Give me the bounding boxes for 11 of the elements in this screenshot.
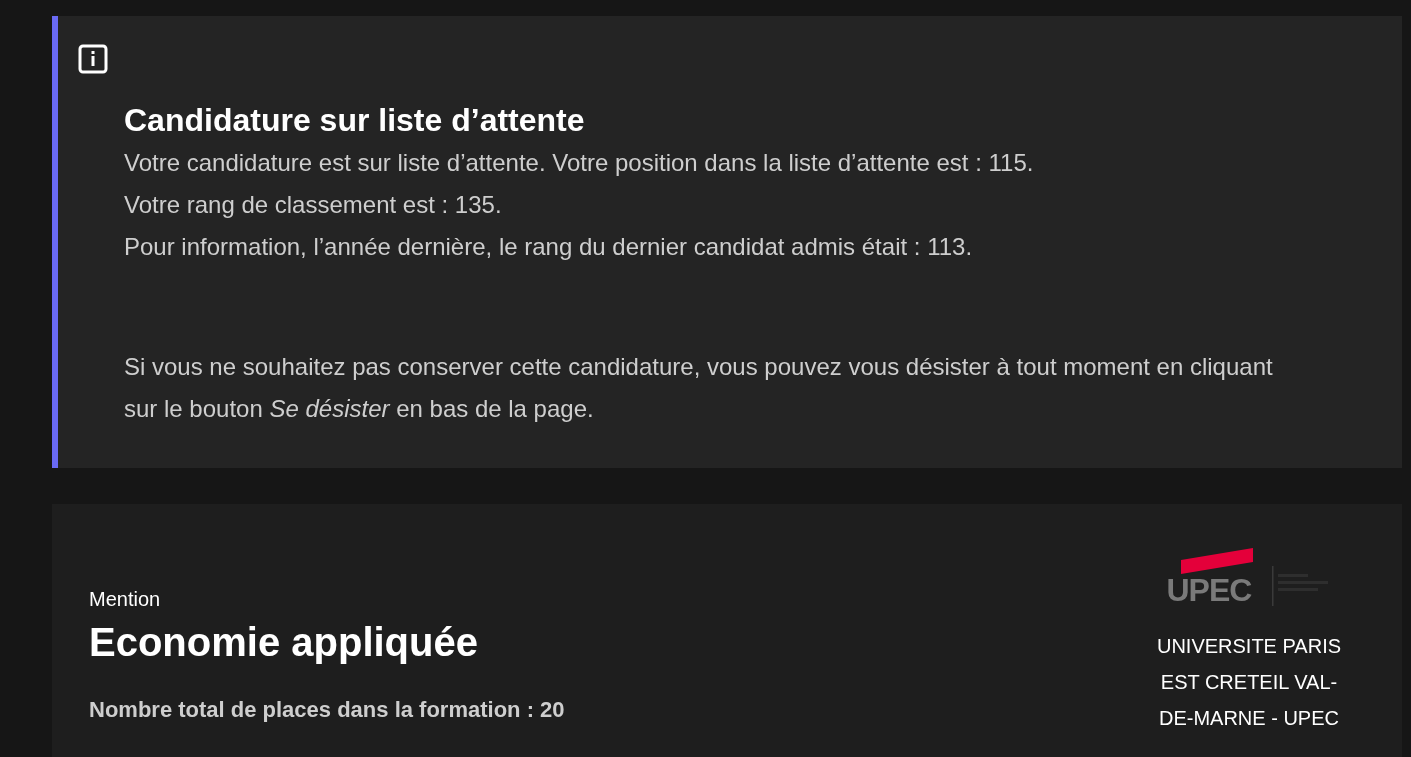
notice-text: Votre rang de classement est : 135. bbox=[124, 190, 503, 220]
logo-name: UPEC bbox=[1166, 574, 1252, 606]
notice-text: Si vous ne souhaitez pas conserver cette candidature, vous pouvez vous désister à tout moment en cliquant sur le bouton Se désister en bas de la page. bbox=[124, 352, 1274, 424]
university-name: UNIVERSITE PARIS EST CRETEIL VAL-DE-MARNE - UPEC bbox=[1155, 634, 1343, 731]
info-icon bbox=[78, 44, 108, 74]
notice-title: Candidature sur liste d’attente bbox=[124, 101, 586, 140]
mention-label: Mention bbox=[89, 588, 162, 611]
notice-text: Votre candidature est sur liste d’attente. Votre position dans la liste d’attente est : 115. bbox=[124, 148, 1035, 178]
places-text: Nombre total de places dans la formation : 20 bbox=[89, 697, 565, 723]
notice-text: Pour information, l’année dernière, le rang du dernier candidat admis était : 113. bbox=[124, 232, 974, 262]
formation-title: Economie appliquée bbox=[89, 619, 479, 666]
